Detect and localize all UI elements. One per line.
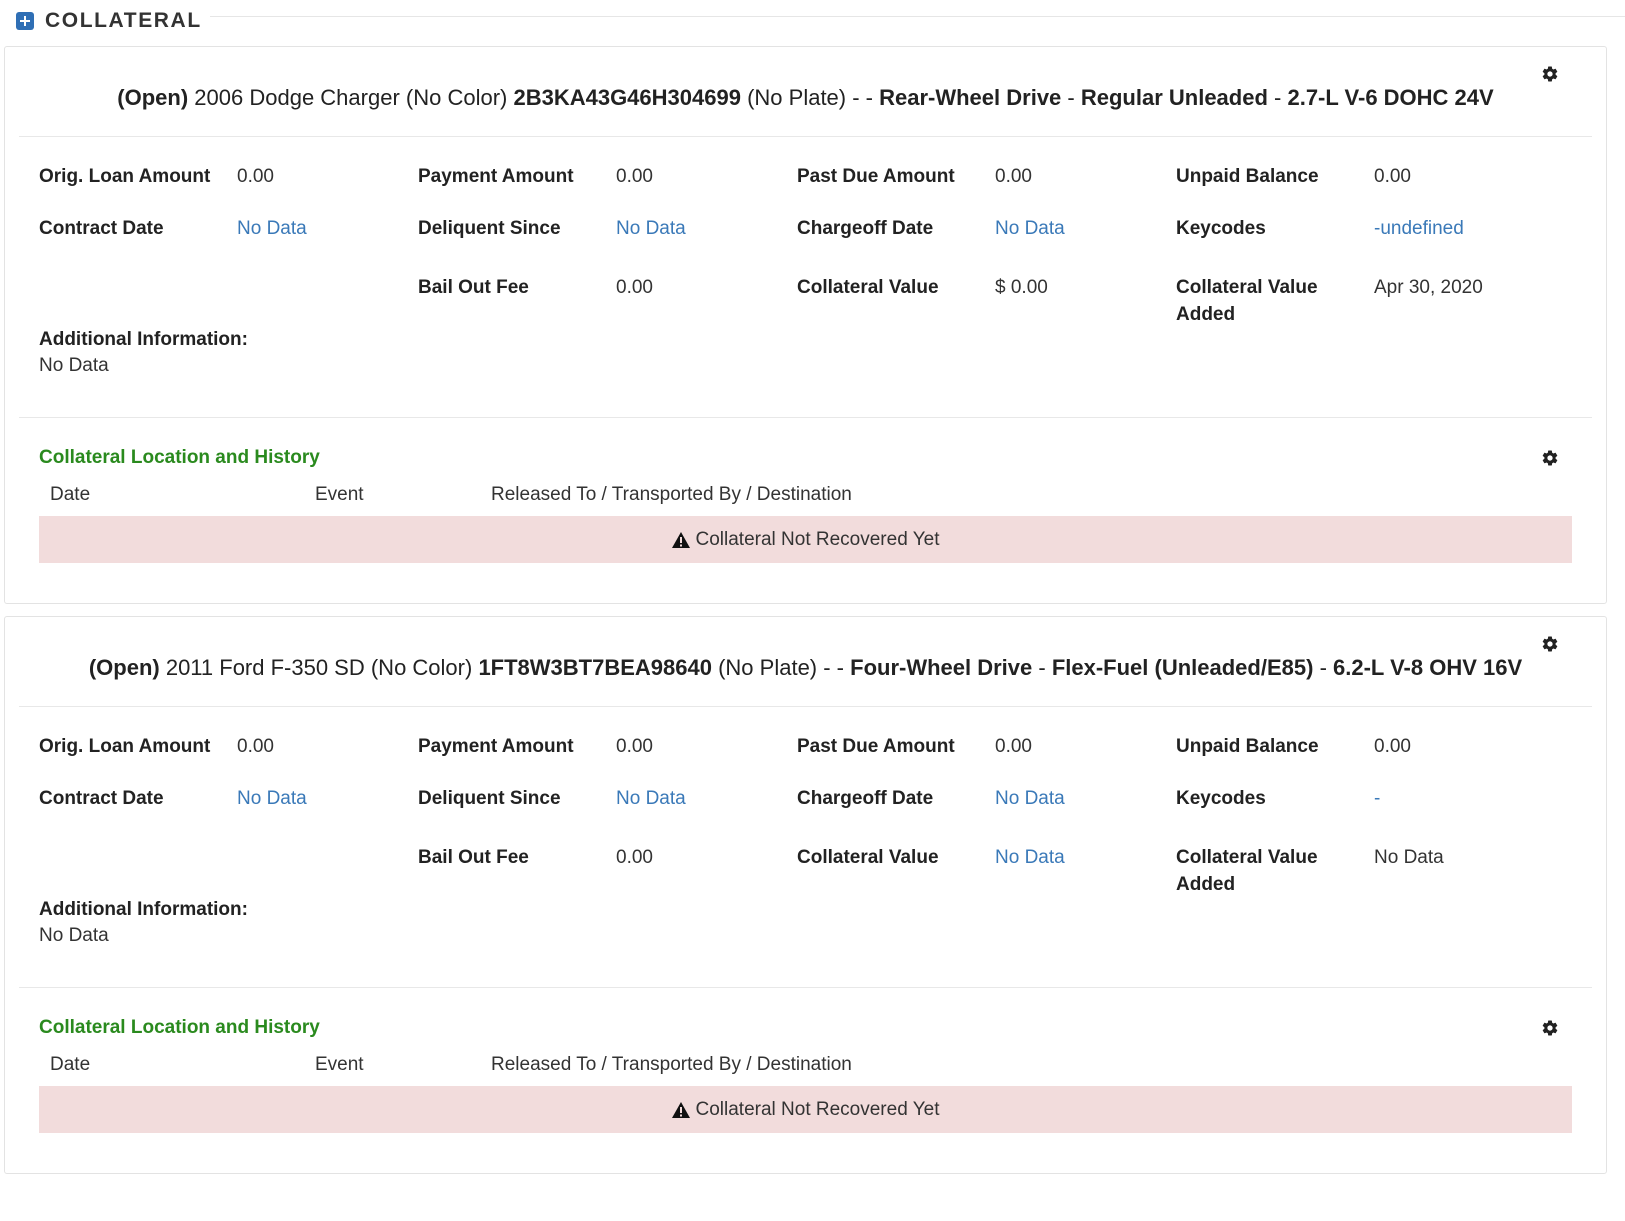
separator: - (1313, 655, 1334, 680)
past-due-amount-value: 0.00 (995, 736, 1032, 757)
gear-icon[interactable] (1541, 449, 1559, 467)
not-recovered-alert: Collateral Not Recovered Yet (39, 516, 1572, 563)
section-header: COLLATERAL (16, 6, 1625, 36)
chargeoff-date-value[interactable]: No Data (995, 785, 1065, 812)
collateral-value-added-value: Apr 30, 2020 (1374, 277, 1483, 298)
payment-amount-value: 0.00 (616, 166, 653, 187)
plate: (No Plate) - - (711, 655, 851, 680)
keycodes-value[interactable]: - (1374, 785, 1380, 812)
collateral-value-added-label: Collateral Value Added (1176, 847, 1318, 895)
vehicle-description: 2011 Ford F-350 SD (No Color) (159, 655, 479, 680)
keycodes-label: Keycodes (1176, 218, 1266, 239)
separator: - (1061, 85, 1081, 110)
orig-loan-amount-label: Orig. Loan Amount (39, 736, 211, 757)
status-label: (Open) (88, 655, 160, 680)
payment-amount-value: 0.00 (616, 736, 653, 757)
unpaid-balance-value: 0.00 (1374, 736, 1411, 757)
orig-loan-amount-label: Orig. Loan Amount (39, 166, 211, 187)
payment-amount-label: Payment Amount (418, 166, 574, 187)
separator: - (1032, 655, 1052, 680)
engine: 2.7-L V-6 DOHC 24V (1287, 85, 1494, 110)
collateral-card: (Open) 2011 Ford F-350 SD (No Color) 1FT… (4, 616, 1607, 1174)
deliquent-since-value[interactable]: No Data (616, 785, 686, 812)
divider (19, 987, 1592, 988)
alert-text: Collateral Not Recovered Yet (695, 528, 940, 550)
divider (19, 706, 1592, 707)
warning-triangle-icon (671, 1101, 690, 1118)
additional-info-value: No Data (39, 355, 109, 376)
deliquent-since-label: Deliquent Since (418, 218, 561, 239)
drive-type: Four-Wheel Drive (850, 655, 1033, 680)
keycodes-value[interactable]: -undefined (1374, 215, 1464, 242)
drive-type: Rear-Wheel Drive (879, 85, 1062, 110)
divider (19, 417, 1592, 418)
past-due-amount-value: 0.00 (995, 166, 1032, 187)
column-header-date[interactable]: Date (50, 481, 90, 508)
plus-square-icon[interactable] (16, 12, 34, 30)
orig-loan-amount-value: 0.00 (237, 166, 274, 187)
history-title: Collateral Location and History (39, 1017, 320, 1038)
contract-date-value[interactable]: No Data (237, 215, 307, 242)
gear-icon[interactable] (1541, 635, 1559, 653)
past-due-amount-label: Past Due Amount (797, 736, 955, 757)
payment-amount-label: Payment Amount (418, 736, 574, 757)
bail-out-fee-label: Bail Out Fee (418, 847, 529, 868)
column-header-event[interactable]: Event (315, 481, 364, 508)
alert-text: Collateral Not Recovered Yet (695, 1098, 940, 1120)
additional-info-label: Additional Information: (39, 329, 248, 350)
contract-date-label: Contract Date (39, 788, 164, 809)
collateral-value-value: $ 0.00 (995, 277, 1048, 298)
fuel-type: Flex-Fuel (Unleaded/E85) (1051, 655, 1314, 680)
fuel-type: Regular Unleaded (1080, 85, 1268, 110)
keycodes-label: Keycodes (1176, 788, 1266, 809)
collateral-value-label: Collateral Value (797, 847, 939, 868)
collateral-value-added-value: No Data (1374, 847, 1444, 868)
engine: 6.2-L V-8 OHV 16V (1333, 655, 1523, 680)
bail-out-fee-value: 0.00 (616, 277, 653, 298)
collateral-value-added-label: Collateral Value Added (1176, 277, 1318, 325)
vehicle-title: (Open) 2006 Dodge Charger (No Color) 2B3… (5, 85, 1606, 111)
gear-icon[interactable] (1541, 1019, 1559, 1037)
chargeoff-date-label: Chargeoff Date (797, 788, 934, 809)
bail-out-fee-label: Bail Out Fee (418, 277, 529, 298)
column-header-date[interactable]: Date (50, 1051, 90, 1078)
divider (19, 136, 1592, 137)
vehicle-title: (Open) 2011 Ford F-350 SD (No Color) 1FT… (5, 655, 1606, 681)
chargeoff-date-label: Chargeoff Date (797, 218, 934, 239)
past-due-amount-label: Past Due Amount (797, 166, 955, 187)
contract-date-value[interactable]: No Data (237, 785, 307, 812)
contract-date-label: Contract Date (39, 218, 164, 239)
column-header-destination[interactable]: Released To / Transported By / Destinati… (491, 1051, 852, 1078)
not-recovered-alert: Collateral Not Recovered Yet (39, 1086, 1572, 1133)
orig-loan-amount-value: 0.00 (237, 736, 274, 757)
chargeoff-date-value[interactable]: No Data (995, 215, 1065, 242)
column-header-destination[interactable]: Released To / Transported By / Destinati… (491, 481, 852, 508)
plate: (No Plate) - - (740, 85, 880, 110)
section-title: COLLATERAL (45, 9, 202, 32)
additional-info-value: No Data (39, 925, 109, 946)
unpaid-balance-value: 0.00 (1374, 166, 1411, 187)
separator: - (1267, 85, 1288, 110)
bail-out-fee-value: 0.00 (616, 847, 653, 868)
collateral-value-label: Collateral Value (797, 277, 939, 298)
warning-triangle-icon (671, 531, 690, 548)
additional-info-label: Additional Information: (39, 899, 248, 920)
history-title: Collateral Location and History (39, 447, 320, 468)
vin: 1FT8W3BT7BEA98640 (478, 655, 712, 680)
vehicle-description: 2006 Dodge Charger (No Color) (188, 85, 514, 110)
deliquent-since-value[interactable]: No Data (616, 215, 686, 242)
vin: 2B3KA43G46H304699 (513, 85, 741, 110)
collateral-value-value[interactable]: No Data (995, 844, 1065, 871)
column-header-event[interactable]: Event (315, 1051, 364, 1078)
gear-icon[interactable] (1541, 65, 1559, 83)
collateral-card: (Open) 2006 Dodge Charger (No Color) 2B3… (4, 46, 1607, 604)
unpaid-balance-label: Unpaid Balance (1176, 736, 1319, 757)
deliquent-since-label: Deliquent Since (418, 788, 561, 809)
status-label: (Open) (117, 85, 189, 110)
section-divider (210, 16, 1625, 17)
unpaid-balance-label: Unpaid Balance (1176, 166, 1319, 187)
